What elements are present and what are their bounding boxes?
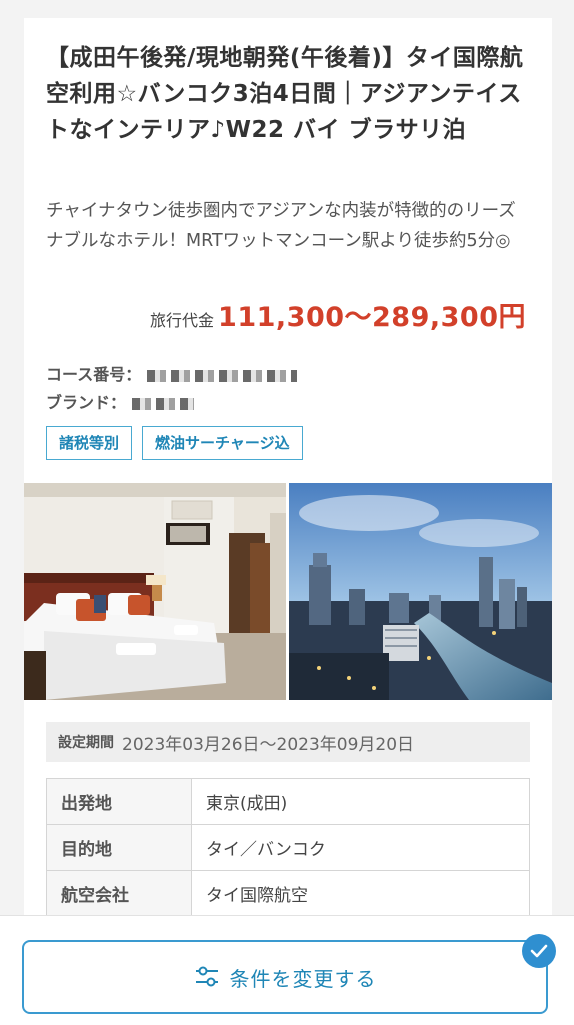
change-conditions-label: 条件を変更する xyxy=(229,966,377,991)
course-number-redacted xyxy=(147,369,298,382)
price-value: 111,300〜289,300円 xyxy=(218,302,526,333)
destination-value: タイ／バンコク xyxy=(191,824,530,871)
price-row: 旅行代金 111,300〜289,300円 xyxy=(46,295,526,334)
tour-title[interactable]: 【成田午後発/現地朝発(午後着)】タイ国際航空利用☆バンコク3泊4日間｜アジアン… xyxy=(46,40,530,148)
tag-fuel-surcharge: 燃油サーチャージ込 xyxy=(142,426,303,460)
airline-value: タイ国際航空 xyxy=(191,870,530,917)
departure-key: 出発地 xyxy=(46,778,192,825)
course-number: コース番号： xyxy=(46,362,530,388)
period-value: 2023年03月26日〜2023年09月20日 xyxy=(122,734,415,755)
bottom-action-bar: 条件を変更する xyxy=(0,915,574,1025)
course-label: コース番号： xyxy=(46,365,142,384)
hotel-room-photo[interactable] xyxy=(24,483,286,700)
table-row: 出発地 東京(成田) xyxy=(46,778,530,825)
change-conditions-button[interactable]: 条件を変更する xyxy=(22,940,548,1014)
brand-redacted xyxy=(132,397,195,410)
table-row: 航空会社 タイ国際航空 xyxy=(46,870,530,917)
bangkok-city-photo[interactable] xyxy=(289,483,552,700)
check-icon xyxy=(522,934,556,968)
destination-key: 目的地 xyxy=(46,824,192,871)
setting-period: 設定期間 2023年03月26日〜2023年09月20日 xyxy=(46,722,530,762)
tag-taxes: 諸税等別 xyxy=(46,426,133,460)
departure-value: 東京(成田) xyxy=(191,778,530,825)
tour-info-table: 出発地 東京(成田) 目的地 タイ／バンコク 航空会社 タイ国際航空 xyxy=(46,778,530,917)
period-label: 設定期間 xyxy=(58,735,114,751)
airline-key: 航空会社 xyxy=(46,870,192,917)
brand-label: ブランド： xyxy=(46,393,127,412)
price-label: 旅行代金 xyxy=(150,311,215,330)
sliders-icon xyxy=(195,966,218,987)
brand: ブランド： xyxy=(46,390,530,416)
tag-list: 諸税等別 燃油サーチャージ込 xyxy=(46,426,530,460)
tour-card: 【成田午後発/現地朝発(午後着)】タイ国際航空利用☆バンコク3泊4日間｜アジアン… xyxy=(24,18,552,1024)
table-row: 目的地 タイ／バンコク xyxy=(46,824,530,871)
tour-description: チャイナタウン徒歩圏内でアジアンな内装が特徴的のリーズナブルなホテル！MRTワッ… xyxy=(46,201,516,251)
photo-gallery xyxy=(24,483,552,700)
